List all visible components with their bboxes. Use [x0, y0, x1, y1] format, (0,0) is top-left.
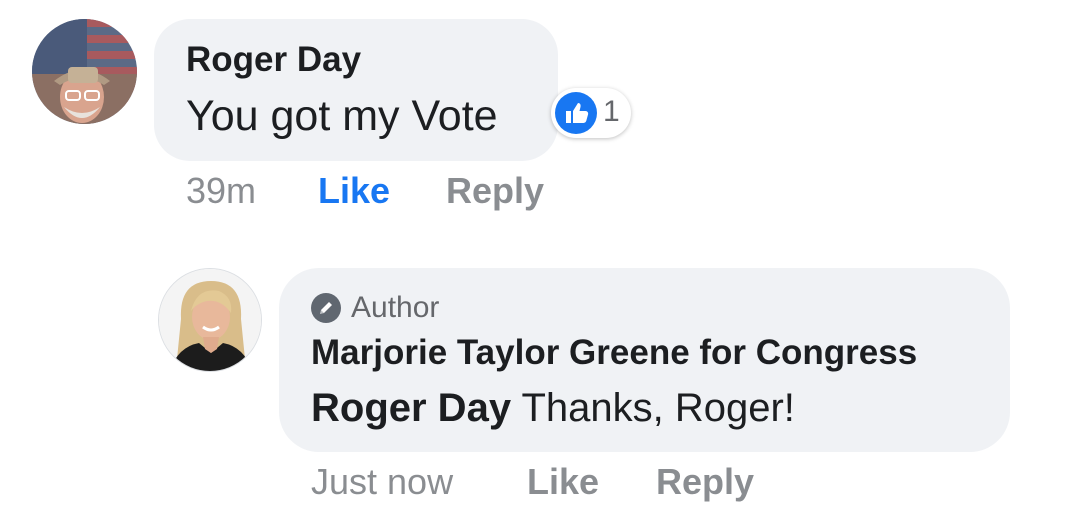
reply-message: Thanks, Roger! [511, 386, 795, 430]
avatar-page[interactable] [158, 268, 262, 372]
comment-author-name[interactable]: Roger Day [186, 40, 361, 80]
pencil-icon [311, 293, 341, 323]
reply-button[interactable]: Reply [446, 170, 544, 212]
avatar-image [32, 19, 137, 124]
reply-like-button[interactable]: Like [527, 461, 599, 503]
reply-text: Roger Day Thanks, Roger! [311, 386, 795, 431]
reply-timestamp[interactable]: Just now [311, 461, 453, 503]
reaction-summary[interactable]: 1 [551, 88, 631, 138]
reply-author-name[interactable]: Marjorie Taylor Greene for Congress [311, 333, 917, 373]
avatar-image [159, 269, 261, 371]
comment-timestamp[interactable]: 39m [186, 170, 256, 212]
comment-text: You got my Vote [186, 92, 498, 140]
like-button[interactable]: Like [318, 170, 390, 212]
reaction-count: 1 [603, 95, 620, 128]
thumbs-up-icon [555, 92, 597, 134]
avatar-roger-day[interactable] [32, 19, 137, 124]
mention-link[interactable]: Roger Day [311, 386, 511, 430]
reply-reply-button[interactable]: Reply [656, 461, 754, 503]
author-label: Author [351, 291, 440, 324]
